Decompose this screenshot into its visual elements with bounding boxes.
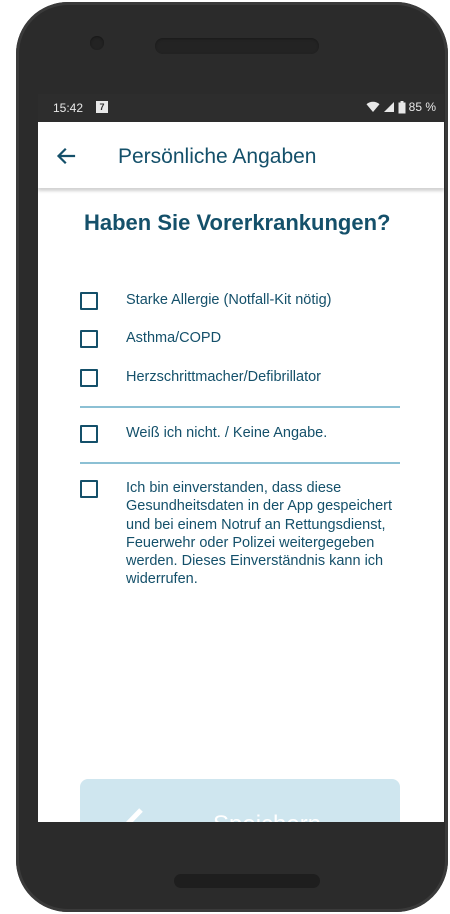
option-keine-angabe[interactable]: Weiß ich nicht. / Keine Angabe. <box>80 424 410 443</box>
battery-percentage: 85 % <box>408 100 436 114</box>
signal-icon <box>383 102 394 112</box>
checkmark-icon <box>125 808 143 822</box>
divider <box>80 406 400 408</box>
bottom-speaker-grille <box>174 874 320 888</box>
checkbox[interactable] <box>80 425 98 443</box>
front-camera <box>90 36 104 50</box>
status-time: 15:42 <box>53 101 84 115</box>
checkbox[interactable] <box>80 330 98 348</box>
notification-badge-icon: 7 <box>96 101 108 113</box>
option-allergie[interactable]: Starke Allergie (Notfall-Kit nötig) <box>80 291 410 310</box>
phone-screen: 15:42 7 85 % Persönliche Angaben Haben S… <box>38 94 444 822</box>
app-bar: Persönliche Angaben <box>38 122 444 188</box>
checkbox[interactable] <box>80 292 98 310</box>
option-label: Herzschrittmacher/Defibrillator <box>126 369 321 385</box>
page-title: Persönliche Angaben <box>118 145 317 168</box>
arrow-left-icon <box>56 147 76 165</box>
save-button[interactable]: Speichern <box>80 779 400 822</box>
back-button[interactable] <box>52 142 80 170</box>
option-herzschrittmacher[interactable]: Herzschrittmacher/Defibrillator <box>80 368 410 387</box>
battery-icon <box>398 100 406 113</box>
question-heading: Haben Sie Vorerkrankungen? <box>84 210 391 235</box>
option-label: Starke Allergie (Notfall-Kit nötig) <box>126 292 332 308</box>
checkbox[interactable] <box>80 480 98 498</box>
wifi-icon <box>366 101 380 112</box>
save-button-label: Speichern <box>213 811 321 822</box>
option-label: Asthma/COPD <box>126 330 222 346</box>
consent-label: Ich bin einverstanden, dass diese Gesund… <box>126 480 393 588</box>
status-bar: 15:42 7 85 % <box>38 94 444 122</box>
divider <box>80 462 400 464</box>
checkbox[interactable] <box>80 369 98 387</box>
option-asthma[interactable]: Asthma/COPD <box>80 329 410 348</box>
form-content: Haben Sie Vorerkrankungen? Starke Allerg… <box>38 188 444 822</box>
consent-option[interactable]: Ich bin einverstanden, dass diese Gesund… <box>80 479 410 589</box>
earpiece-speaker <box>155 38 319 54</box>
option-label: Weiß ich nicht. / Keine Angabe. <box>126 425 328 441</box>
status-indicators: 85 % <box>366 100 436 114</box>
